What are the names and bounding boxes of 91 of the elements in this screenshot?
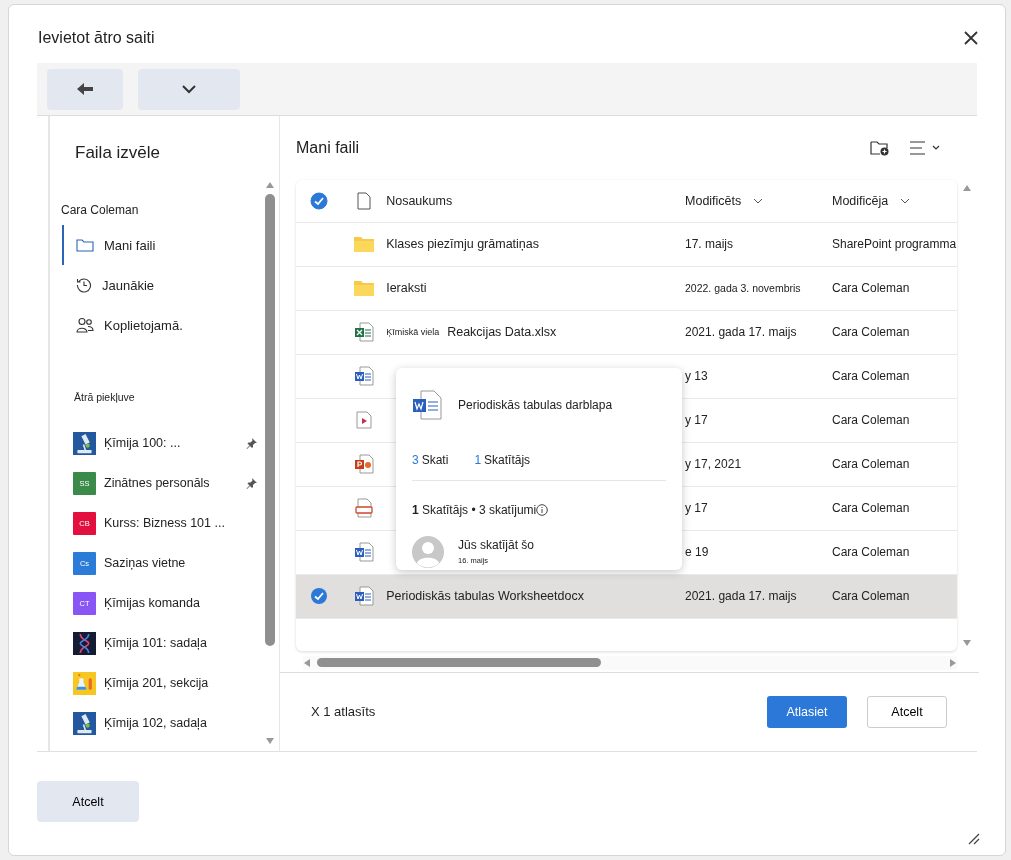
modified-by: Cara Coleman <box>832 325 910 339</box>
folder-icon <box>354 236 375 252</box>
file-name[interactable]: Ieraksti <box>386 281 427 295</box>
document-icon <box>354 542 375 562</box>
video-file-icon <box>354 410 375 430</box>
document-icon <box>412 389 442 420</box>
microscope-icon <box>73 711 96 735</box>
modified-by: SharePoint programma <box>832 237 957 251</box>
dna-icon <box>73 631 96 655</box>
presentation-icon <box>354 454 375 474</box>
back-arrow-icon <box>77 83 93 95</box>
modified-by: Cara Coleman <box>832 501 910 515</box>
account-name: Cara Coleman <box>61 203 140 219</box>
document-icon <box>354 366 375 386</box>
file-name-prefix: Ķīmiskā viela <box>386 327 440 337</box>
new-folder-icon[interactable] <box>870 139 890 156</box>
info-icon[interactable] <box>536 504 549 516</box>
resize-grip-icon[interactable] <box>966 831 980 845</box>
file-row[interactable]: Ieraksti 2022. gada 3. novembris Cara Coleman <box>296 266 957 311</box>
cancel-button[interactable]: Atcelt <box>867 695 947 728</box>
file-row[interactable]: Klases piezīmju grāmatiņas 17. maijs SharePoint programma <box>296 222 957 267</box>
stat-count[interactable]: 3 <box>412 452 419 467</box>
scroll-up-icon[interactable] <box>265 181 275 189</box>
close-icon[interactable] <box>964 31 978 45</box>
site-item[interactable]: Ķīmija 100: ... <box>61 423 264 463</box>
stat-count[interactable]: 1 <box>474 452 482 467</box>
recording-file-icon <box>354 498 375 518</box>
file-name[interactable]: Reakcijas Data.xlsx <box>447 325 557 339</box>
site-item[interactable]: Ķīmija 102, sadaļa <box>61 703 264 743</box>
selection-count[interactable]: X 1 atlasīts <box>311 704 767 720</box>
nav-item[interactable]: Jaunākie <box>62 265 264 305</box>
document-icon <box>354 586 375 606</box>
file-row[interactable]: Periodiskās tabulas Worksheetdocx 2021. gada 17. maijs Cara Coleman <box>296 574 957 619</box>
column-header[interactable]: Modificēts <box>685 193 742 208</box>
file-type-icon <box>357 191 372 210</box>
modified-date: y 17 <box>685 501 708 515</box>
modified-date: y 17 <box>685 413 708 427</box>
chevron-down-icon <box>182 84 196 94</box>
modified-by: Cara Coleman <box>832 281 910 295</box>
modified-by: Cara Coleman <box>832 545 910 559</box>
views-summary: 1 Skatītājs • 3 skatījumi <box>412 503 537 517</box>
scrollbar[interactable] <box>303 655 957 670</box>
folder-icon <box>76 238 94 252</box>
file-name[interactable]: Periodiskās tabulas Worksheetdocx <box>386 589 584 603</box>
clock-icon <box>76 277 92 293</box>
scroll-down-icon[interactable] <box>962 638 972 647</box>
folder-title: Mani faili <box>296 138 361 157</box>
pin-icon[interactable] <box>246 477 258 489</box>
people-icon <box>76 317 94 333</box>
stat-label[interactable]: Skati <box>421 452 449 467</box>
popup-title: Periodiskās tabulas darblapa <box>458 397 613 412</box>
modified-date: 2022. gada 3. novembris <box>685 282 801 294</box>
file-row[interactable]: Ķīmiskā viela Reakcijas Data.xlsx 2021. gada 17. maijs Cara Coleman <box>296 310 957 355</box>
modified-by: Cara Coleman <box>832 413 910 427</box>
stat-label[interactable]: Skatītājs <box>484 452 531 467</box>
pin-icon[interactable] <box>246 437 258 449</box>
section-heading: Ātrā piekļuve <box>74 391 136 403</box>
spreadsheet-icon <box>354 322 375 342</box>
folder-icon <box>354 280 375 296</box>
modified-date: y 13 <box>685 369 708 383</box>
back-button[interactable] <box>47 68 123 110</box>
scroll-up-icon[interactable] <box>962 183 972 192</box>
file-name[interactable]: Klases piezīmju grāmatiņas <box>386 237 539 251</box>
row-checkbox[interactable] <box>310 587 329 605</box>
microscope-icon <box>73 431 96 455</box>
nav-item[interactable]: Koplietojamā. <box>62 305 264 345</box>
modified-date: 2021. gada 17. maijs <box>685 325 797 339</box>
chevron-down-icon[interactable] <box>900 197 911 204</box>
modified-date: e 19 <box>685 545 709 559</box>
column-header[interactable]: Modificēja <box>832 193 889 208</box>
chevron-down-icon[interactable] <box>753 197 764 204</box>
sort-menu-icon[interactable] <box>910 140 940 155</box>
scroll-down-icon[interactable] <box>265 737 275 745</box>
column-header[interactable]: Nosaukums <box>386 193 453 208</box>
select-all-checkbox[interactable] <box>310 191 329 210</box>
cancel-button[interactable]: Atcelt <box>37 781 139 822</box>
site-item[interactable]: Ķīmija 201, sekcija <box>61 663 264 703</box>
picker-title: Faila izvēle <box>74 142 162 164</box>
modified-by: Cara Coleman <box>832 369 910 383</box>
site-item[interactable]: Ķīmija 101: sadaļa <box>61 623 264 663</box>
scroll-left-icon[interactable] <box>303 657 311 668</box>
viewer-name: Jūs skatījāt šo <box>458 538 535 552</box>
modified-by: Cara Coleman <box>832 589 910 603</box>
select-button[interactable]: Atlasiet <box>767 695 847 728</box>
flask-icon <box>73 671 96 695</box>
dialog-title: Ievietot ātro saiti <box>38 29 155 47</box>
modified-date: y 17, 2021 <box>685 457 742 471</box>
modified-date: 2021. gada 17. maijs <box>685 589 797 603</box>
scroll-right-icon[interactable] <box>949 657 957 668</box>
modified-by: Cara Coleman <box>832 457 910 471</box>
modified-date: 17. maijs <box>685 237 734 251</box>
